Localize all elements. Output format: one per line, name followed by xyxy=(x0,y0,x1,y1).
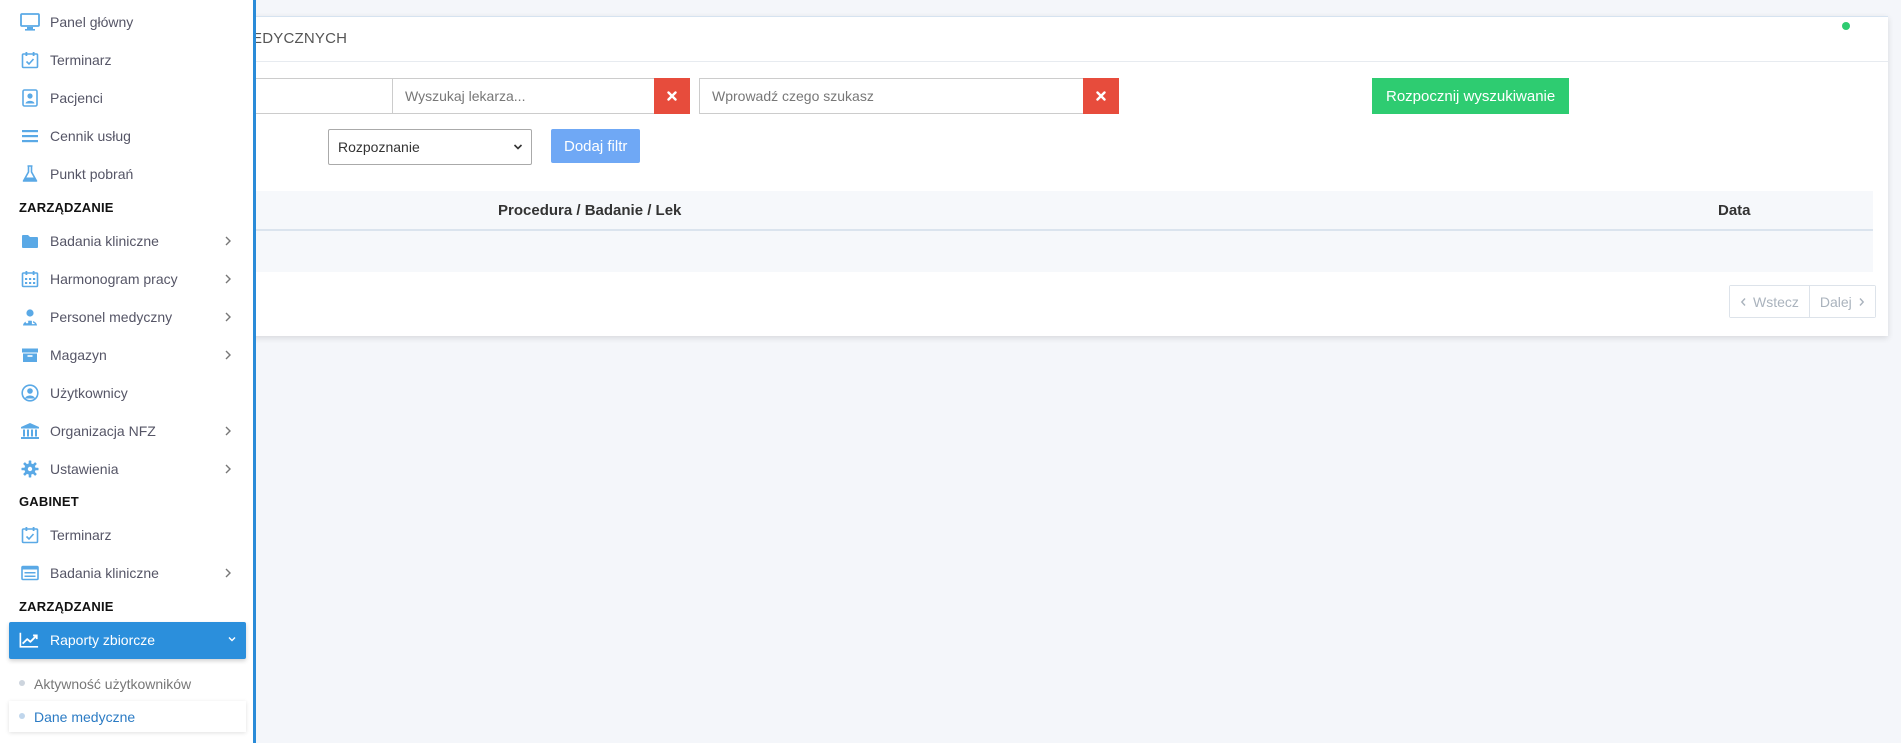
sidebar-item-label: Użytkownicy xyxy=(50,385,128,401)
next-page-label: Dalej xyxy=(1819,293,1852,310)
chevron-right-icon xyxy=(225,426,231,436)
table-header: Procedura / Badanie / Lek Data xyxy=(240,191,1873,231)
card-header: EDYCZNYCH xyxy=(240,17,1888,62)
chevron-right-icon xyxy=(225,236,231,246)
sidebar-item-office-clinical-trials[interactable]: Badania kliniczne xyxy=(0,554,253,592)
next-page-button[interactable]: Dalej xyxy=(1808,286,1875,317)
section-header-management: ZARZĄDZANIE xyxy=(19,200,114,215)
patient-card-icon xyxy=(20,88,40,108)
add-filter-button[interactable]: Dodaj filtr xyxy=(551,129,641,163)
sidebar-item-price-list[interactable]: Cennik usług xyxy=(0,117,253,155)
sidebar-item-label: Panel główny xyxy=(50,14,134,30)
sidebar-item-label: Badania kliniczne xyxy=(50,233,159,249)
archive-icon xyxy=(20,345,40,365)
query-search-group xyxy=(699,78,1119,114)
close-icon xyxy=(1096,91,1106,101)
sidebar-item-nfz-organization[interactable]: Organizacja NFZ xyxy=(0,412,253,450)
section-header-office: GABINET xyxy=(19,494,79,509)
close-icon xyxy=(667,91,677,101)
chevron-right-icon xyxy=(225,464,231,474)
submenu-item-user-activity[interactable]: Aktywność użytkowników xyxy=(9,668,246,699)
status-indicator xyxy=(1842,22,1850,30)
previous-page-label: Wstecz xyxy=(1753,293,1799,310)
clear-query-search-button[interactable] xyxy=(1083,78,1119,114)
calendar-check-icon xyxy=(20,50,40,70)
sidebar-item-office-schedule[interactable]: Terminarz xyxy=(0,516,253,554)
sidebar-item-label: Organizacja NFZ xyxy=(50,423,156,439)
sidebar-item-label: Terminarz xyxy=(50,527,112,543)
sidebar-item-clinical-trials[interactable]: Badania kliniczne xyxy=(0,222,253,260)
sidebar-item-label: Raporty zbiorcze xyxy=(50,632,156,648)
sidebar-item-label: Personel medyczny xyxy=(50,309,173,325)
sidebar-item-label: Pacjenci xyxy=(50,90,103,106)
pagination: Wstecz Dalej xyxy=(1729,285,1876,318)
previous-page-button[interactable]: Wstecz xyxy=(1730,286,1809,317)
line-chart-icon xyxy=(19,630,39,650)
chevron-right-icon xyxy=(225,312,231,322)
sidebar-item-label: Harmonogram pracy xyxy=(50,271,178,287)
doctor-search-input[interactable] xyxy=(392,78,654,114)
sidebar-item-label: Terminarz xyxy=(50,52,112,68)
sidebar-item-summary-reports[interactable]: Raporty zbiorcze xyxy=(9,622,246,659)
sidebar-item-patients[interactable]: Pacjenci xyxy=(0,79,253,117)
list-icon xyxy=(20,126,40,146)
sidebar-item-dashboard[interactable]: Panel główny xyxy=(0,3,253,41)
sidebar-item-collection-point[interactable]: Punkt pobrań xyxy=(0,155,253,193)
sidebar-item-label: Punkt pobrań xyxy=(50,166,134,182)
section-header-management-2: ZARZĄDZANIE xyxy=(19,599,114,614)
chevron-right-icon xyxy=(225,350,231,360)
sidebar-item-users[interactable]: Użytkownicy xyxy=(0,374,253,412)
submenu-item-label: Aktywność użytkowników xyxy=(34,676,192,692)
column-header-date[interactable]: Data xyxy=(1718,202,1751,219)
query-search-input[interactable] xyxy=(699,78,1083,114)
sidebar-item-medical-staff[interactable]: Personel medyczny xyxy=(0,298,253,336)
card-title: EDYCZNYCH xyxy=(252,30,348,47)
sidebar-item-settings[interactable]: Ustawienia xyxy=(0,450,253,488)
submenu-item-label: Dane medyczne xyxy=(34,709,136,725)
chevron-right-icon xyxy=(1859,297,1864,306)
folder-icon xyxy=(20,231,40,251)
sidebar-item-schedule[interactable]: Terminarz xyxy=(0,41,253,79)
filter-type-select[interactable]: Rozpoznanie xyxy=(328,129,532,165)
monitor-icon xyxy=(20,12,40,32)
user-circle-icon xyxy=(20,383,40,403)
start-search-button[interactable]: Rozpocznij wyszukiwanie xyxy=(1372,78,1570,114)
sidebar-item-work-schedule[interactable]: Harmonogram pracy xyxy=(0,260,253,298)
flask-icon xyxy=(20,164,40,184)
sidebar-item-label: Ustawienia xyxy=(50,461,119,477)
gear-icon xyxy=(20,459,40,479)
bullet-icon xyxy=(19,713,25,719)
bullet-icon xyxy=(19,680,25,686)
medical-data-report-card: EDYCZNYCH Rozpocznij wyszukiwanie Rozpoz… xyxy=(240,16,1888,336)
list-alt-icon xyxy=(20,563,40,583)
sidebar-item-label: Magazyn xyxy=(50,347,107,363)
calendar-grid-icon xyxy=(20,269,40,289)
column-header-procedure[interactable]: Procedura / Badanie / Lek xyxy=(498,202,681,219)
doctor-icon xyxy=(20,307,40,327)
chevron-right-icon xyxy=(225,568,231,578)
sidebar-item-warehouse[interactable]: Magazyn xyxy=(0,336,253,374)
sidebar-item-label: Cennik usług xyxy=(50,128,131,144)
submenu-item-medical-data[interactable]: Dane medyczne xyxy=(9,701,246,732)
calendar-check-icon xyxy=(20,525,40,545)
sidebar: Panel główny Terminarz Pacjenci Cennik u… xyxy=(0,0,256,743)
table-empty-row xyxy=(240,231,1873,272)
chevron-left-icon xyxy=(1740,297,1746,306)
chevron-down-icon xyxy=(228,637,236,642)
institution-icon xyxy=(20,421,40,441)
filter-type-value: Rozpoznanie xyxy=(338,139,420,155)
doctor-search-group xyxy=(392,78,690,114)
sidebar-item-label: Badania kliniczne xyxy=(50,565,159,581)
chevron-down-icon xyxy=(513,144,523,150)
clear-doctor-search-button[interactable] xyxy=(654,78,690,114)
chevron-right-icon xyxy=(225,274,231,284)
